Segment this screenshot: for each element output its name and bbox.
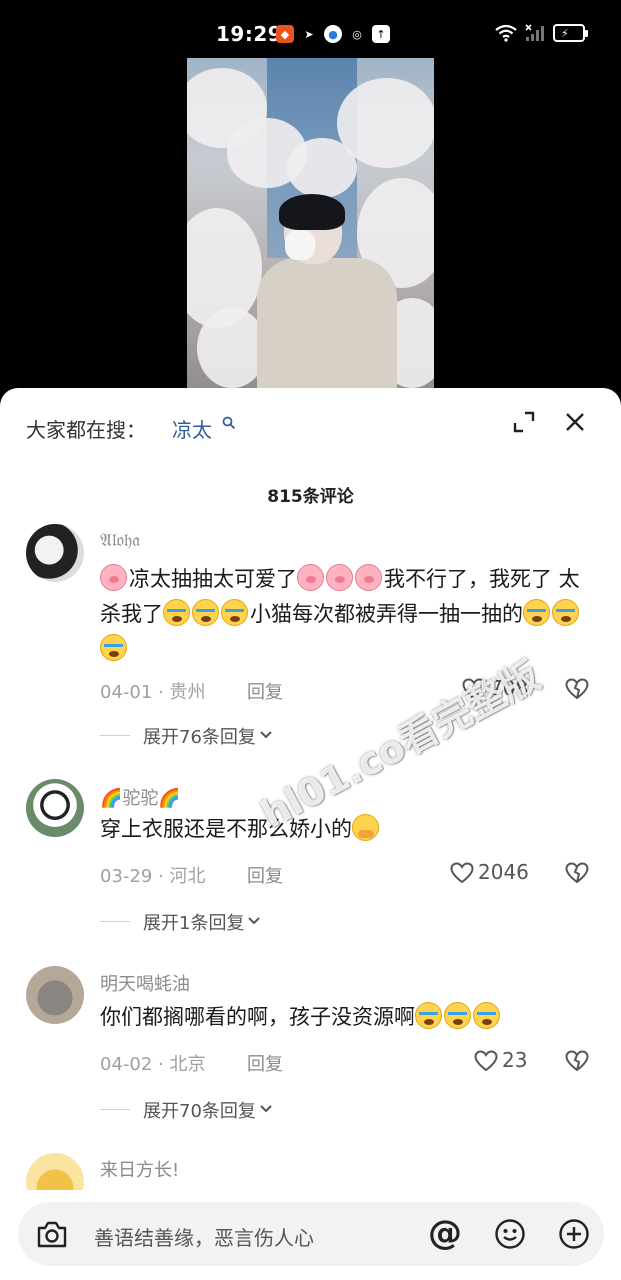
broken-heart-icon[interactable] [565,862,589,884]
divider [100,1109,130,1110]
cry-emoji-icon [221,599,248,626]
cry-emoji-icon [444,1002,471,1029]
expand-replies-button[interactable]: 展开1条回复 [143,909,261,935]
close-icon[interactable] [563,410,587,434]
comment-text: 穿上衣服还是不那么娇小的 [100,812,600,847]
pig-emoji-icon [297,564,324,591]
comment-meta: 03-29 · 河北 [100,866,206,887]
cry-emoji-icon [100,634,127,661]
hotspot-icon: ◎ [352,27,362,41]
comment-text-segment: 你们都搁哪看的啊，孩子没资源啊 [100,1005,415,1029]
chevron-down-icon [248,917,261,925]
comment-author[interactable]: 来日方长! [100,1156,179,1182]
status-app-icons: ◆ ➤ ● ◎ ↑ [276,25,390,43]
heart-icon[interactable] [474,1050,498,1072]
browser-icon: ● [324,25,342,43]
comment-text: 你们都搁哪看的啊，孩子没资源啊 [100,1000,600,1035]
comment-item: 𝔄𝔩𝔬𝔥𝔞 凉太抽抽太可爱了 我不行了，我死了 太杀我了 小猫每次都被弄得一抽一抽的… [0,518,621,748]
telegram-icon: ➤ [304,27,314,41]
video-frame-image [187,58,434,398]
expand-replies-button[interactable]: 展开70条回复 [143,1097,272,1123]
video-player[interactable] [0,58,621,398]
comment-item: 来日方长! [0,1150,621,1190]
upload-icon: ↑ [372,25,390,43]
like-count: 2046 [478,860,529,884]
expand-replies-label: 展开1条回复 [143,913,245,934]
status-right: ⚡ [495,24,588,42]
shy-emoji-icon [352,814,379,841]
chevron-down-icon [260,1105,272,1113]
cry-emoji-icon [473,1002,500,1029]
comment-text-segment: 凉太抽抽太可爱了 [129,567,297,591]
divider [100,735,130,736]
reply-button[interactable]: 回复 [247,1050,283,1076]
app-notification-icon: ◆ [276,25,294,43]
at-icon[interactable]: @ [428,1216,462,1250]
chevron-down-icon [260,731,272,739]
comment-count-title: 815条评论 [267,487,354,507]
comment-item: 明天喝蚝油 你们都搁哪看的啊，孩子没资源啊 04-02 · 北京 回复 23 展… [0,964,621,1134]
emoji-icon[interactable] [494,1218,526,1250]
comment-author[interactable]: 🌈驼驼🌈 [100,784,181,810]
signal-icon [525,24,544,41]
expand-replies-button[interactable]: 展开76条回复 [143,723,272,749]
cry-emoji-icon [192,599,219,626]
comment-author[interactable]: 𝔄𝔩𝔬𝔥𝔞 [100,530,140,551]
comment-text-segment: 小猫每次都被弄得一抽一抽的 [250,602,523,626]
camera-icon[interactable] [36,1219,68,1249]
pig-emoji-icon [355,564,382,591]
comment-meta: 04-02 · 北京 [100,1054,206,1075]
broken-heart-icon[interactable] [565,1050,589,1072]
expand-replies-label: 展开70条回复 [143,1101,256,1122]
comment-input[interactable]: 善语结善缘，恶言伤人心 [94,1222,314,1251]
cry-emoji-icon [552,599,579,626]
battery-icon: ⚡ [553,24,588,42]
expand-icon[interactable] [512,410,536,434]
avatar[interactable] [26,1153,84,1190]
reply-button[interactable]: 回复 [247,678,283,704]
avatar[interactable] [26,966,84,1024]
plus-icon[interactable] [558,1218,590,1250]
cry-emoji-icon [415,1002,442,1029]
cry-emoji-icon [523,599,550,626]
like-count: 23 [502,1048,528,1072]
avatar[interactable] [26,524,84,582]
wifi-icon [495,24,517,42]
comment-meta: 04-01 · 贵州 [100,682,206,703]
search-hint-label: 大家都在搜： [26,418,146,442]
cry-emoji-icon [163,599,190,626]
search-icon[interactable] [222,416,236,430]
broken-heart-icon[interactable] [565,678,589,700]
expand-replies-label: 展开76条回复 [143,727,256,748]
pig-emoji-icon [100,564,127,591]
comment-sheet: 大家都在搜： 凉太 815条评论 𝔄𝔩𝔬𝔥𝔞 凉太抽抽太可爱了 我不行了，我死了 … [0,388,621,1280]
avatar[interactable] [26,779,84,837]
pig-emoji-icon [326,564,353,591]
reply-button[interactable]: 回复 [247,862,283,888]
comment-text-segment: 穿上衣服还是不那么娇小的 [100,817,352,841]
comment-author[interactable]: 明天喝蚝油 [100,970,190,996]
heart-icon[interactable] [450,862,474,884]
divider [100,921,130,922]
search-term-link[interactable]: 凉太 [172,414,212,443]
status-time: 19:29 [216,22,283,46]
status-bar: 19:29 ◆ ➤ ● ◎ ↑ ⚡ [0,0,621,58]
comment-input-bar: 善语结善缘，恶言伤人心 @ [18,1202,604,1266]
